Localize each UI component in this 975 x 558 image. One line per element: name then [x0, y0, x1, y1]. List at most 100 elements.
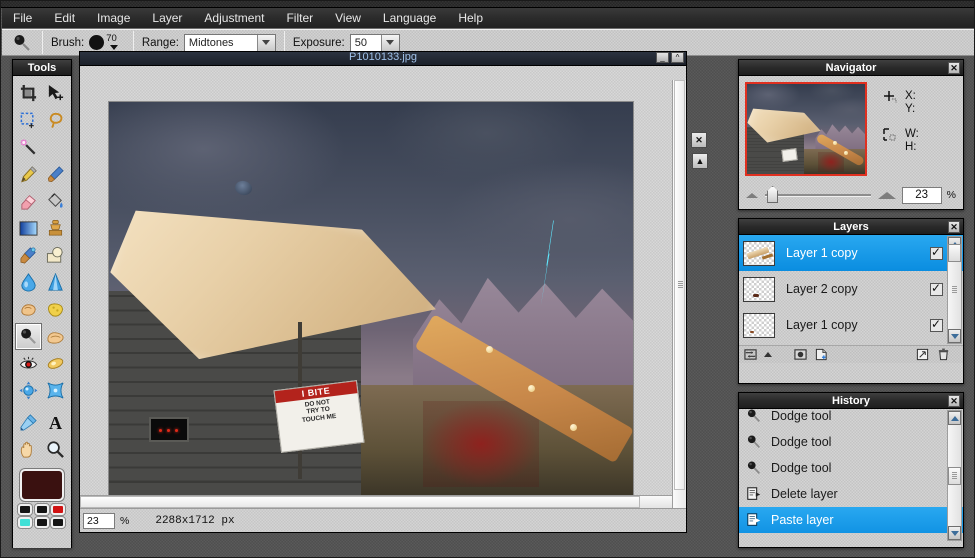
duplicate-layer-icon[interactable] [915, 348, 929, 362]
horizontal-scroll-thumb[interactable] [80, 496, 640, 508]
brush-label: Brush: [51, 37, 84, 49]
history-scrollbar[interactable] [947, 410, 962, 541]
image-dimensions: 2288x1712 px [155, 515, 234, 527]
navigator-close-button[interactable]: ✕ [948, 62, 960, 74]
tool-smudge[interactable] [15, 296, 42, 323]
menu-filter[interactable]: Filter [275, 9, 324, 28]
palette-swatch[interactable] [51, 504, 65, 515]
tool-red-eye[interactable] [15, 350, 42, 377]
tool-gradient[interactable] [15, 215, 42, 242]
tool-type[interactable]: A [42, 409, 69, 436]
tool-retouch[interactable] [15, 242, 42, 269]
range-select[interactable]: Midtones [184, 34, 276, 52]
zoom-in-icon[interactable] [878, 192, 896, 199]
tool-clone-stamp[interactable] [42, 215, 69, 242]
zoom-slider[interactable] [765, 194, 871, 196]
zoom-slider-thumb[interactable] [767, 186, 778, 203]
menu-language[interactable]: Language [372, 9, 447, 28]
menu-adjustment[interactable]: Adjustment [193, 9, 275, 28]
menu-file[interactable]: File [2, 9, 43, 28]
history-item[interactable]: Delete layer [739, 481, 963, 507]
palette-swatch[interactable] [35, 504, 49, 515]
canvas-scroll-up-button[interactable]: ▲ [692, 153, 708, 169]
trash-icon[interactable] [936, 348, 950, 362]
history-title-text: History [832, 395, 870, 407]
tool-bloat[interactable] [15, 377, 42, 404]
blend-mode-icon[interactable] [743, 348, 757, 362]
history-scroll-thumb[interactable] [948, 467, 961, 485]
tool-dodge[interactable] [15, 323, 42, 350]
tool-burn[interactable] [42, 323, 69, 350]
menu-view[interactable]: View [324, 9, 372, 28]
foreground-color-swatch[interactable] [20, 469, 64, 501]
navigator-thumbnail[interactable] [745, 82, 867, 176]
brush-preview-icon[interactable] [89, 35, 104, 50]
layer-row[interactable]: Layer 1 copy [739, 235, 963, 271]
layer-row[interactable]: Layer 1 copy [739, 307, 963, 343]
caret-up-icon[interactable] [764, 348, 772, 362]
layers-scroll-thumb[interactable] [948, 244, 961, 262]
exposure-select[interactable]: 50 [350, 34, 400, 52]
layers-scrollbar[interactable] [947, 236, 962, 344]
history-item[interactable]: Dodge tool [739, 455, 963, 481]
history-item[interactable]: Dodge tool [739, 409, 963, 429]
tool-eraser[interactable] [15, 188, 42, 215]
tool-sponge[interactable] [42, 296, 69, 323]
menu-layer[interactable]: Layer [141, 9, 193, 28]
canvas-horizontal-scrollbar[interactable] [80, 495, 672, 508]
palette-swatch[interactable] [18, 517, 32, 528]
dodge-icon [745, 433, 763, 451]
layers-scroll-down-button[interactable] [948, 329, 961, 343]
layer-visibility-checkbox[interactable] [930, 319, 943, 332]
history-scroll-up-button[interactable] [948, 411, 961, 425]
vertical-scroll-thumb[interactable] [674, 80, 685, 490]
layer-mask-icon[interactable] [793, 348, 807, 362]
palette-swatch[interactable] [18, 504, 32, 515]
history-item[interactable]: Dodge tool [739, 429, 963, 455]
minimize-button[interactable]: _ [656, 52, 669, 63]
tool-blur[interactable] [15, 269, 42, 296]
history-close-button[interactable]: ✕ [948, 395, 960, 407]
tool-doodle[interactable] [42, 350, 69, 377]
history-label: Dodge tool [771, 435, 831, 449]
tool-zoom[interactable] [42, 436, 69, 463]
history-item[interactable]: Paste layer [739, 507, 963, 533]
tool-wand-select[interactable] [15, 134, 42, 161]
menu-image[interactable]: Image [86, 9, 141, 28]
tool-sharpen[interactable] [42, 269, 69, 296]
tool-brush[interactable] [42, 161, 69, 188]
tool-pencil[interactable] [15, 161, 42, 188]
palette-swatch[interactable] [35, 517, 49, 528]
tool-lasso[interactable] [42, 107, 69, 134]
menu-help[interactable]: Help [447, 9, 494, 28]
canvas-area[interactable]: I BITE DO NOT TRY TO TOUCH ME [80, 66, 686, 508]
tool-marquee-select[interactable] [15, 107, 42, 134]
palette-swatch[interactable] [51, 517, 65, 528]
maximize-button[interactable]: ^ [671, 52, 684, 63]
zoom-percent-input[interactable]: 23 [83, 513, 115, 529]
tool-drawing[interactable] [42, 242, 69, 269]
history-scroll-down-button[interactable] [948, 526, 961, 540]
layer-visibility-checkbox[interactable] [930, 283, 943, 296]
layer-visibility-checkbox[interactable] [930, 247, 943, 260]
layers-close-button[interactable]: ✕ [948, 221, 960, 233]
exposure-dropdown-button[interactable] [381, 35, 399, 51]
tool-hand[interactable] [15, 436, 42, 463]
document-title-bar[interactable]: P1010133.jpg _ ^ [80, 52, 686, 66]
history-label: Dodge tool [771, 409, 831, 423]
layer-row[interactable]: Layer 2 copy [739, 271, 963, 307]
canvas-vertical-scrollbar[interactable] [672, 80, 686, 508]
zoom-out-icon[interactable] [746, 193, 758, 198]
chevron-down-icon[interactable] [110, 45, 118, 50]
tool-color-picker[interactable] [15, 409, 42, 436]
new-layer-icon[interactable] [814, 348, 828, 362]
tool-pinch[interactable] [42, 377, 69, 404]
tool-crop[interactable] [15, 80, 42, 107]
tool-paint-bucket[interactable] [42, 188, 69, 215]
canvas-close-button[interactable]: ✕ [691, 132, 707, 148]
tool-move[interactable] [42, 80, 69, 107]
navigator-zoom-input[interactable]: 23 [902, 187, 942, 204]
menu-edit[interactable]: Edit [43, 9, 86, 28]
range-dropdown-button[interactable] [257, 35, 275, 51]
image-canvas[interactable]: I BITE DO NOT TRY TO TOUCH ME [108, 101, 634, 496]
